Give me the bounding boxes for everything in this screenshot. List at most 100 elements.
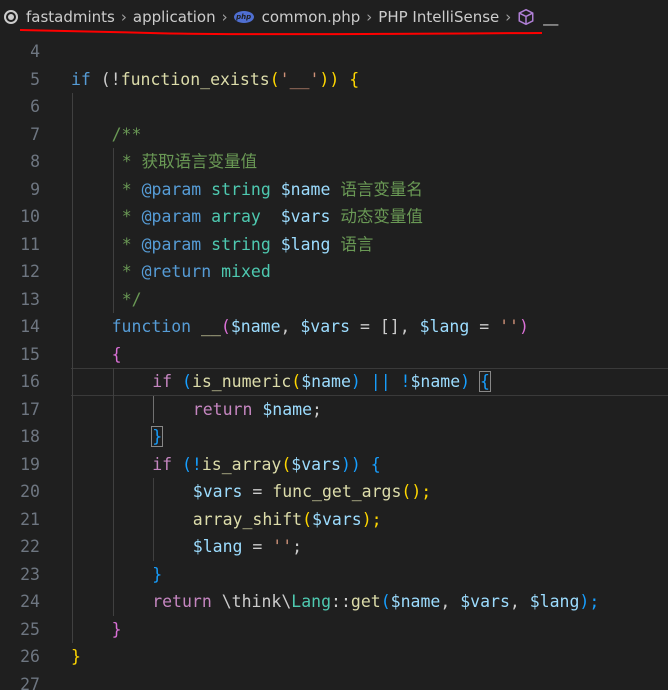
code-token: ( <box>281 454 292 474</box>
code-token: = <box>242 537 273 556</box>
code-line[interactable]: 15 { <box>0 340 668 369</box>
code-token: } <box>152 564 163 584</box>
code-line[interactable]: 16 if (is_numeric($name) || !$name) { <box>0 368 668 396</box>
code-token: , <box>280 317 301 336</box>
code-token: ) <box>518 317 529 336</box>
code-token: @param <box>141 234 202 254</box>
code-text: /** <box>112 121 142 149</box>
code-line[interactable]: 19 if (!is_array($vars)) { <box>0 450 668 478</box>
code-token: (! <box>172 454 202 474</box>
line-number: 11 <box>20 234 40 254</box>
code-line[interactable]: 17 return $name; <box>0 395 668 424</box>
line-number: 23 <box>20 564 40 584</box>
code-token: '__' <box>279 69 320 89</box>
code-text: { <box>112 341 122 369</box>
code-token: @param <box>141 207 202 226</box>
code-text: */ <box>122 286 142 314</box>
code-line[interactable]: 9 * @param string $name 语言变量名 <box>0 175 668 203</box>
code-token: '' <box>499 317 519 336</box>
indent-guide <box>112 478 114 506</box>
code-line[interactable]: 7 /** <box>0 120 668 149</box>
code-token: 语言 <box>330 234 374 254</box>
line-number: 17 <box>20 399 40 419</box>
code-line[interactable]: 11 * @param string $lang 语言 <box>0 230 668 258</box>
code-line[interactable]: 5 if (!function_exists('__')) { <box>0 66 668 94</box>
code-line[interactable]: 14 function __($name, $vars = [], $lang =… <box>0 313 668 341</box>
chevron-right-icon: › <box>366 8 373 26</box>
indent-guide <box>153 395 155 423</box>
indent-guide <box>72 533 73 561</box>
code-token: /** <box>111 124 142 144</box>
code-token: if <box>152 372 173 391</box>
code-line[interactable]: 13 */ <box>0 285 668 314</box>
code-token: '' <box>272 537 293 556</box>
code-token: ; <box>312 399 322 419</box>
breadcrumb-item-folder-root[interactable]: fastadmints <box>26 8 115 26</box>
indent-guide <box>72 148 73 176</box>
code-text: * 获取语言变量值 <box>122 148 257 176</box>
indent-guide <box>112 203 114 231</box>
code-token: { <box>111 344 122 364</box>
code-line[interactable]: 21 array_shift($vars); <box>0 505 668 533</box>
code-token: ( <box>291 372 302 391</box>
code-line[interactable]: 26} <box>0 643 668 671</box>
indent-guide <box>112 175 114 203</box>
indent-guide <box>72 450 73 478</box>
breadcrumb-item-file[interactable]: common.php <box>262 8 361 26</box>
indent-guide <box>72 120 73 148</box>
line-number: 10 <box>20 207 40 226</box>
code-line[interactable]: 8 * 获取语言变量值 <box>0 148 668 176</box>
code-token: $name <box>262 399 313 419</box>
indent-guide <box>112 588 114 616</box>
line-number: 14 <box>20 317 40 336</box>
code-text: * @return mixed <box>122 258 271 286</box>
code-token: is_array <box>201 454 282 474</box>
code-line[interactable]: 12 * @return mixed <box>0 258 668 286</box>
code-line[interactable]: 18} <box>0 423 668 451</box>
indent-guide <box>153 478 155 506</box>
code-token: = [], <box>350 317 420 336</box>
indent-guide <box>72 560 73 588</box>
line-number: 5 <box>30 69 40 89</box>
code-text: } <box>152 561 162 589</box>
code-line[interactable]: 20 $vars = func_get_args(); <box>0 478 668 506</box>
code-token: = <box>242 482 273 501</box>
line-number: 24 <box>20 592 40 611</box>
code-token: array <box>211 207 261 226</box>
code-token: ) <box>460 372 481 391</box>
line-number: 8 <box>30 152 40 171</box>
code-line[interactable]: 24 return \think\Lang::get($name, $vars, … <box>0 588 668 616</box>
code-token: is_numeric <box>191 372 292 391</box>
code-line[interactable]: 25} <box>0 615 668 643</box>
code-line[interactable]: 6 <box>0 93 668 121</box>
line-number: 4 <box>30 42 40 61</box>
code-token: * <box>121 262 142 281</box>
breadcrumb-item-symbol[interactable]: __ <box>543 8 558 26</box>
indent-guide <box>72 395 73 423</box>
line-number: 22 <box>20 537 40 556</box>
code-line[interactable]: 10 * @param array $vars 动态变量值 <box>0 203 668 231</box>
code-token: , <box>440 592 461 611</box>
code-token: (! <box>90 69 121 89</box>
breadcrumb-item-intellisense[interactable]: PHP IntelliSense <box>378 8 499 26</box>
code-token: = <box>469 317 500 336</box>
code-line[interactable]: 4 <box>0 38 668 66</box>
code-token: @return <box>141 262 212 281</box>
code-line[interactable]: 23} <box>0 560 668 589</box>
php-file-icon: php <box>233 11 254 23</box>
indent-guide <box>112 148 114 176</box>
code-line[interactable]: 22 $lang = ''; <box>0 533 668 561</box>
code-token: * 获取语言变量值 <box>121 152 258 171</box>
breadcrumb-item-folder-application[interactable]: application <box>133 8 216 26</box>
code-text: return $name; <box>193 396 322 424</box>
code-token: * <box>121 207 142 226</box>
code-token: $vars <box>280 207 331 226</box>
code-editor[interactable]: 4 5 if (!function_exists('__')) {6 7/** 8 * 获… <box>0 38 668 690</box>
code-line[interactable]: 27 <box>0 671 668 690</box>
indent-guide <box>112 230 114 258</box>
code-token: function <box>111 317 192 336</box>
code-token: 语言变量名 <box>330 179 423 199</box>
